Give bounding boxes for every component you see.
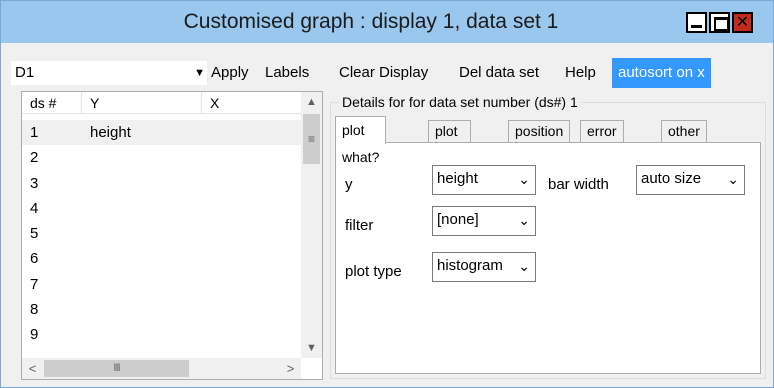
list-item[interactable]: 1 height (22, 120, 301, 146)
y-select-value: height (437, 170, 478, 187)
column-header-y[interactable]: Y (82, 92, 202, 114)
vertical-scroll-thumb[interactable]: ≡ (303, 114, 320, 164)
plot-type-label: plot type (345, 263, 402, 280)
row-ds: 4 (30, 199, 39, 217)
tab-position[interactable]: position (508, 120, 571, 143)
plot-type-select-value: histogram (437, 257, 503, 274)
tab-panel-plot-what: y height ⌄ bar width auto size ⌄ filter … (335, 142, 761, 374)
list-header: ds # Y X (22, 92, 301, 114)
y-select[interactable]: height ⌄ (432, 165, 536, 195)
row-ds: 1 (30, 124, 39, 141)
bar-width-label: bar width (548, 176, 609, 193)
plot-type-select[interactable]: histogram ⌄ (432, 252, 536, 282)
filter-select-value: [none] (437, 211, 479, 228)
close-button[interactable]: ✕ (732, 12, 753, 33)
details-group-label: Details for for data set number (ds#) 1 (339, 93, 581, 111)
row-ds: 8 (30, 301, 39, 319)
row-ds: 9 (30, 326, 39, 344)
tab-other[interactable]: other (661, 120, 707, 143)
horizontal-scrollbar[interactable]: < III > (22, 358, 301, 379)
horizontal-scroll-thumb[interactable]: III (44, 360, 189, 377)
y-label: y (345, 176, 353, 193)
list-item[interactable]: 8 (22, 297, 301, 322)
list-item[interactable]: 5 (22, 221, 301, 246)
chevron-down-icon: ⌄ (518, 171, 530, 187)
scroll-down-icon[interactable]: ▼ (301, 338, 322, 358)
title-bar[interactable]: Customised graph : display 1, data set 1… (1, 1, 773, 43)
scroll-up-icon[interactable]: ▲ (301, 92, 322, 112)
vertical-scrollbar[interactable]: ▲ ≡ ▼ (301, 92, 322, 358)
tab-plot-what[interactable]: plot what? (335, 116, 387, 165)
chevron-down-icon: ⌄ (518, 212, 530, 228)
menu-help[interactable]: Help (561, 58, 600, 88)
close-icon: ✕ (735, 14, 750, 31)
window-title: Customised graph : display 1, data set 1 (183, 10, 559, 33)
list-item[interactable]: 7 (22, 272, 301, 297)
chevron-down-icon: ⌄ (727, 171, 739, 187)
bar-width-select[interactable]: auto size ⌄ (636, 165, 745, 195)
bar-width-select-value: auto size (641, 170, 702, 187)
menu-del-data-set[interactable]: Del data set (455, 58, 543, 88)
tab-error-bars[interactable]: error bars (580, 120, 624, 160)
menu-labels[interactable]: Labels (261, 58, 313, 88)
chevron-down-icon: ⌄ (518, 258, 530, 274)
row-ds: 2 (30, 149, 39, 167)
display-select-value: D1 (15, 64, 35, 81)
display-select[interactable]: D1 ▼ (11, 61, 207, 85)
menu-apply[interactable]: Apply (207, 58, 253, 88)
menu-bar: D1 ▼ Apply Labels Clear Display Del data… (1, 58, 773, 88)
maximize-button[interactable] (709, 12, 730, 33)
filter-select[interactable]: [none] ⌄ (432, 206, 536, 236)
row-ds: 3 (30, 174, 39, 192)
menu-autosort-on-x[interactable]: autosort on x (612, 58, 711, 88)
tab-plot-style[interactable]: plot style (428, 120, 471, 160)
column-header-x[interactable]: X (202, 92, 301, 114)
row-y: height (90, 124, 131, 141)
row-ds: 6 (30, 250, 39, 268)
list-rows: 1 height 2 3 4 5 6 7 8 9 (22, 120, 301, 348)
app-window: Customised graph : display 1, data set 1… (0, 0, 774, 388)
list-item[interactable]: 2 (22, 145, 301, 170)
scroll-right-icon[interactable]: > (280, 358, 301, 379)
list-item[interactable]: 6 (22, 246, 301, 271)
row-ds: 7 (30, 275, 39, 293)
list-item[interactable]: 4 (22, 196, 301, 221)
list-item[interactable]: 9 (22, 322, 301, 347)
filter-label: filter (345, 217, 374, 234)
row-ds: 5 (30, 225, 39, 243)
menu-clear-display[interactable]: Clear Display (335, 58, 432, 88)
minimize-button[interactable] (686, 12, 707, 33)
dropdown-arrow-icon: ▼ (194, 67, 205, 79)
list-item[interactable]: 3 (22, 171, 301, 196)
dataset-list[interactable]: ds # Y X 1 height 2 3 4 5 6 7 8 9 ▲ ≡ ▼ … (21, 91, 323, 380)
column-header-ds[interactable]: ds # (22, 92, 82, 114)
scroll-left-icon[interactable]: < (22, 358, 43, 379)
